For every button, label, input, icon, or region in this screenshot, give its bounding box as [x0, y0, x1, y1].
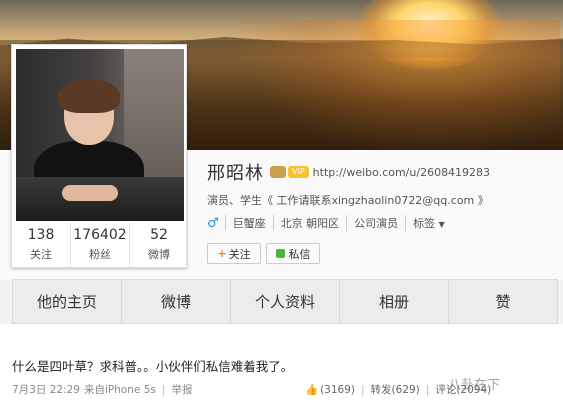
- profile-stats: 138 关注 176402 粉丝 52 微博: [12, 223, 188, 267]
- like-count: (3169): [320, 384, 355, 396]
- user-name: 邢昭林: [207, 163, 264, 184]
- stat-label: 关注: [30, 248, 52, 261]
- more-tags-label: 标签: [413, 217, 436, 230]
- profile-tabs: 他的主页 微博 个人资料 相册 赞: [12, 279, 558, 324]
- stat-label: 微博: [148, 248, 170, 261]
- tag-company[interactable]: 公司演员: [346, 215, 405, 231]
- thumbs-up-icon: 👍: [305, 384, 319, 396]
- avatar-hair: [58, 79, 120, 113]
- tab-weibo[interactable]: 微博: [122, 280, 231, 323]
- profile-url-link[interactable]: http://weibo.com/u/2608419283: [313, 166, 490, 179]
- stat-label: 粉丝: [89, 248, 111, 261]
- tab-likes[interactable]: 赞: [449, 280, 557, 323]
- tab-album[interactable]: 相册: [340, 280, 449, 323]
- divider: |: [361, 383, 365, 396]
- member-badge-icon[interactable]: [270, 166, 286, 178]
- male-icon: ♂: [207, 215, 219, 231]
- chevron-down-icon: ▼: [438, 220, 445, 229]
- repost-button[interactable]: 转发(629): [371, 382, 420, 397]
- stat-value: 138: [27, 227, 55, 243]
- message-label: 私信: [288, 247, 311, 261]
- divider: |: [425, 383, 430, 396]
- watermark-text: 八卦在下: [448, 378, 501, 393]
- post-meta: 7月3日 22:29 来自iPhone 5s | 举报: [12, 382, 192, 397]
- message-button[interactable]: 私信: [266, 243, 320, 264]
- more-tags-dropdown[interactable]: 标签 ▼: [405, 215, 445, 231]
- post-source[interactable]: 来自iPhone 5s: [84, 382, 156, 397]
- follow-button[interactable]: + 关注: [207, 243, 261, 264]
- post-card: 什么是四叶草？求科普。。小伙伴们私信难着我了。 7月3日 22:29 来自iPh…: [0, 324, 563, 412]
- follow-label: 关注: [228, 247, 251, 261]
- stat-followers[interactable]: 176402 粉丝: [71, 223, 130, 267]
- divider: |: [161, 383, 166, 396]
- stat-following[interactable]: 138 关注: [12, 223, 71, 267]
- post-text: 什么是四叶草？求科普。。小伙伴们私信难着我了。: [12, 359, 294, 374]
- message-icon: [275, 249, 285, 258]
- plus-icon: +: [217, 247, 227, 260]
- vip-badge[interactable]: VIP: [288, 166, 309, 178]
- profile-bio: 演员、学生《 工作请联系xingzhaolin0722@qq.com 》: [207, 194, 489, 207]
- cover-glow: [240, 20, 560, 150]
- avatar-card: 138 关注 176402 粉丝 52 微博: [11, 44, 187, 268]
- profile-tags: ♂ 巨蟹座 北京 朝阳区 公司演员 标签 ▼: [207, 215, 445, 231]
- tab-home[interactable]: 他的主页: [13, 280, 122, 323]
- report-link[interactable]: 举报: [171, 382, 192, 397]
- stat-value: 52: [150, 227, 168, 243]
- tab-profile-info[interactable]: 个人资料: [231, 280, 340, 323]
- name-row: 邢昭林 VIP http://weibo.com/u/2608419283: [207, 160, 490, 184]
- stat-posts[interactable]: 52 微博: [130, 223, 188, 267]
- stat-value: 176402: [73, 227, 127, 243]
- avatar[interactable]: [16, 49, 184, 221]
- post-date[interactable]: 7月3日 22:29: [12, 382, 80, 397]
- like-button[interactable]: 👍 (3169): [305, 383, 355, 396]
- tag-zodiac[interactable]: 巨蟹座: [224, 215, 273, 231]
- tag-location[interactable]: 北京 朝阳区: [272, 215, 347, 231]
- avatar-hands: [62, 185, 118, 201]
